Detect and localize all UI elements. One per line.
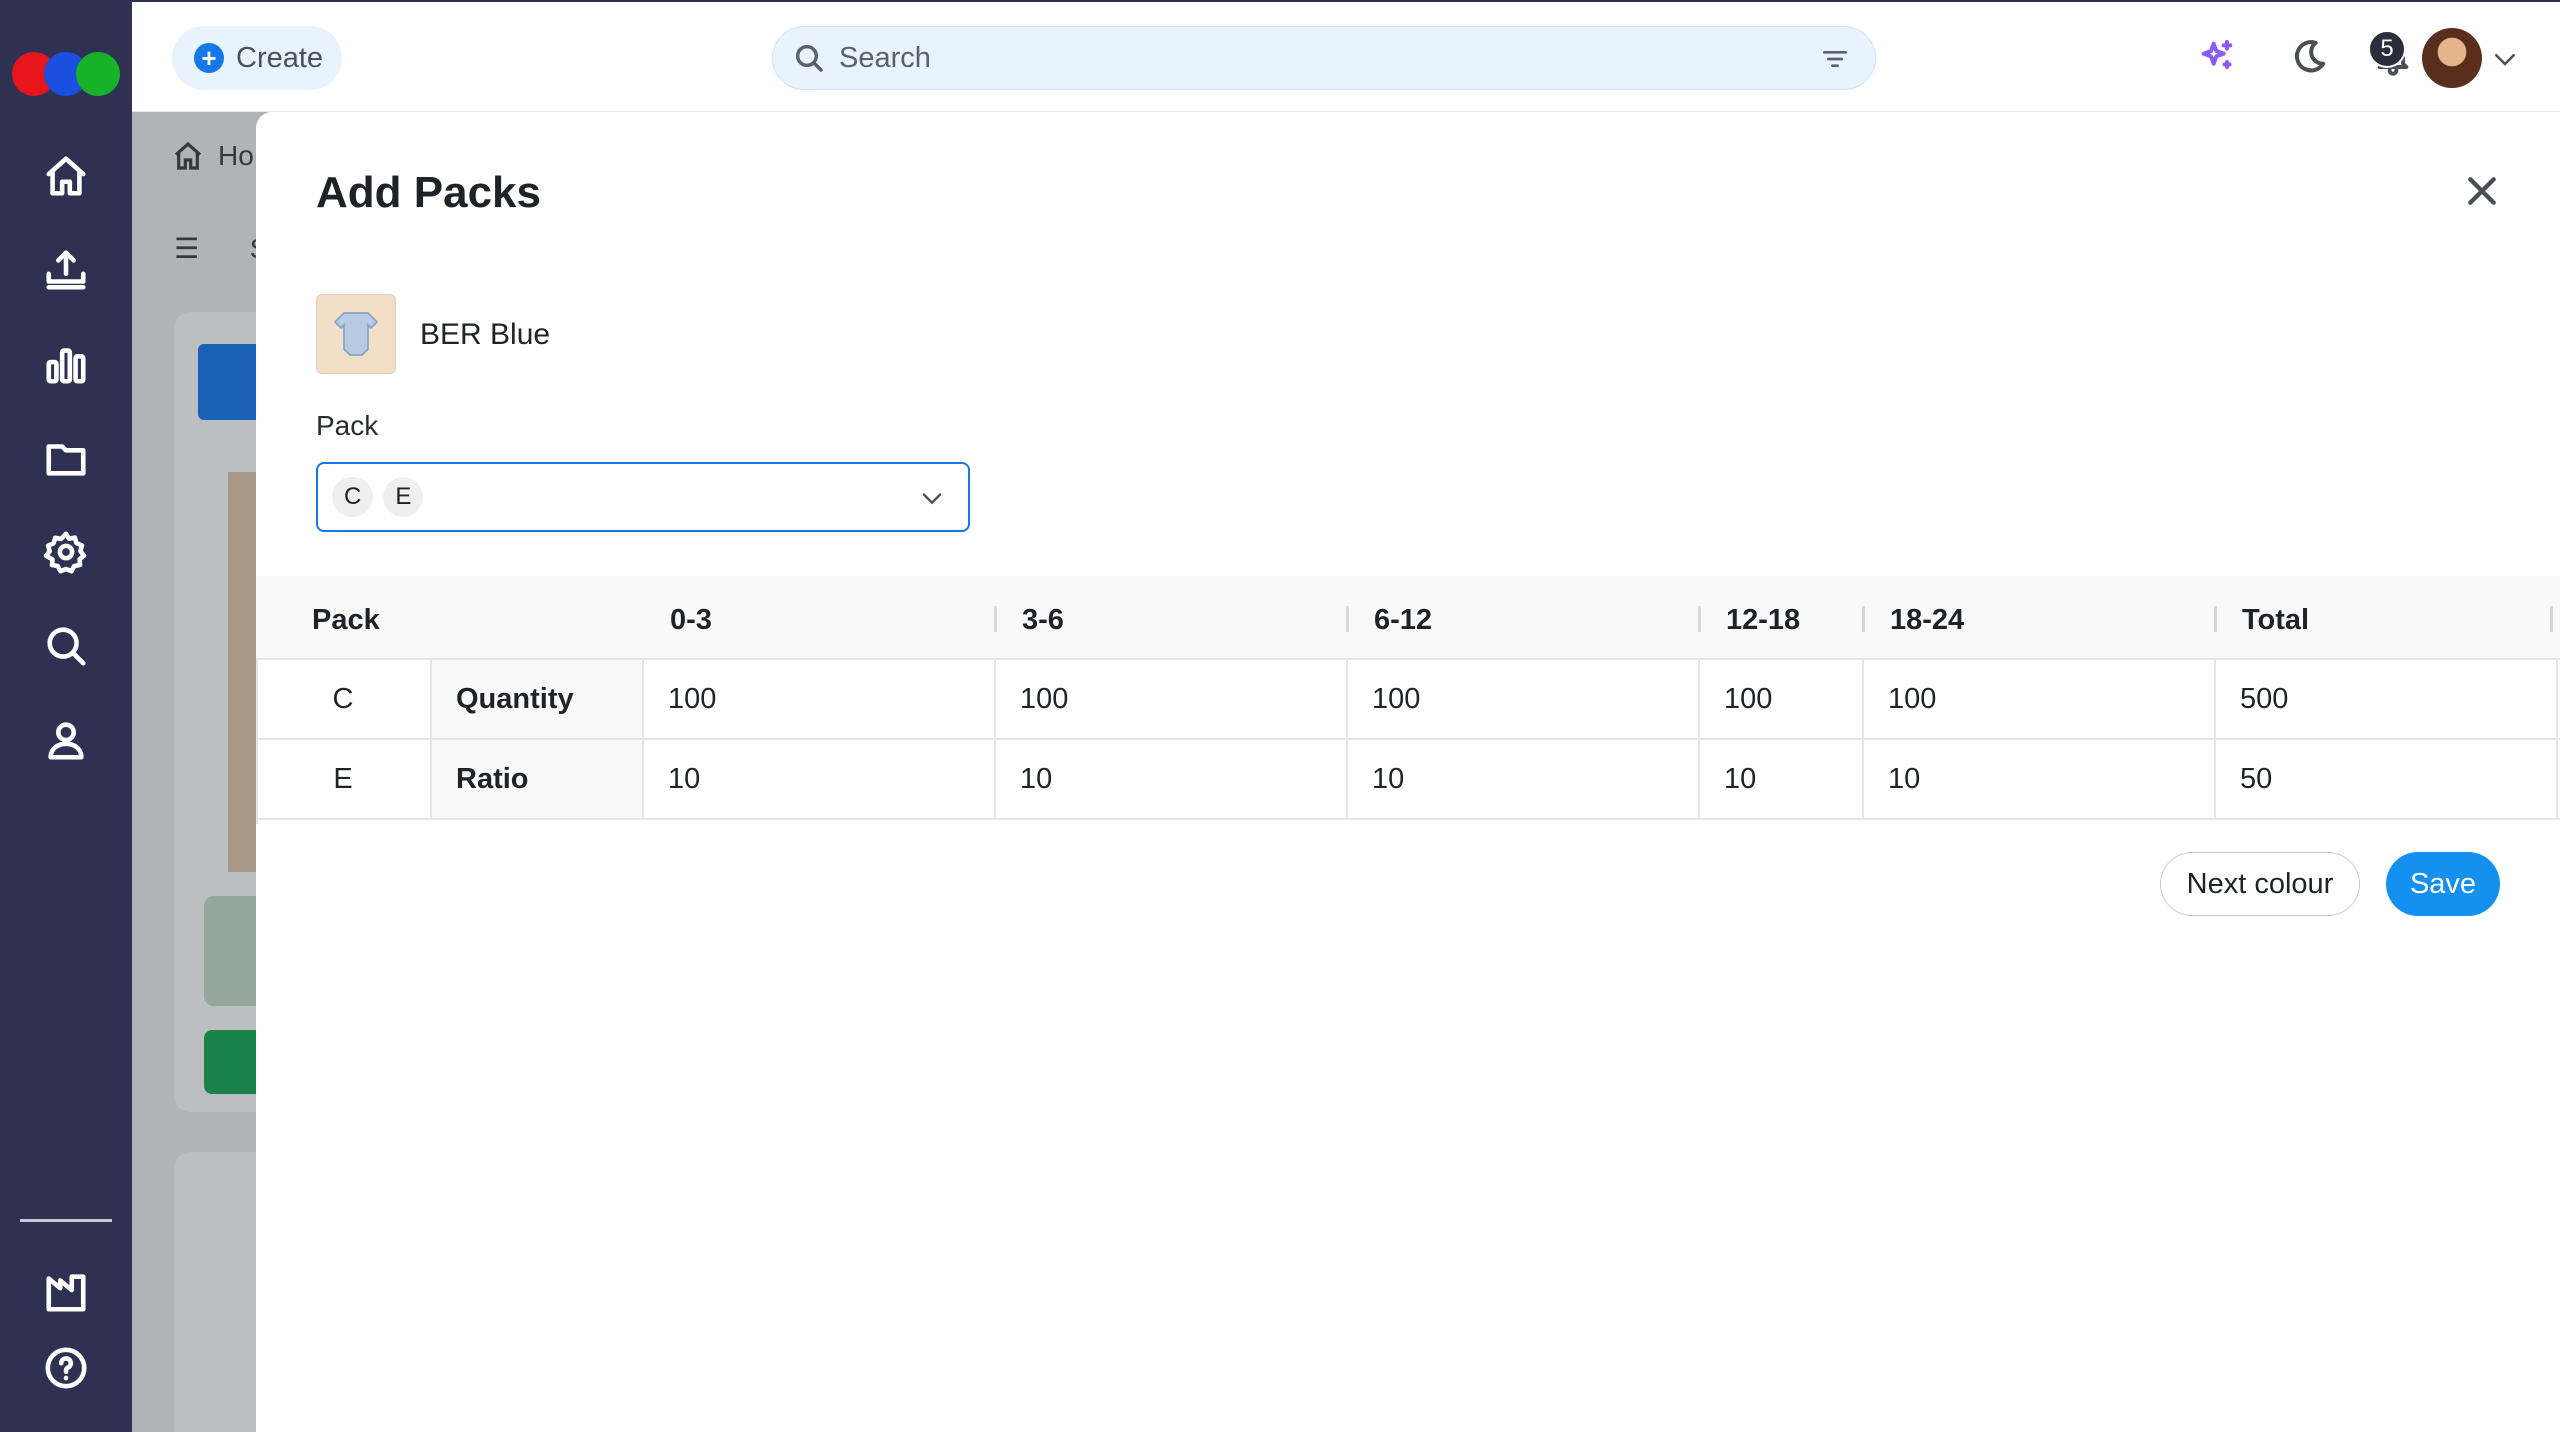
add-packs-modal: Add Packs BER Blue Pack C E Pack 0-3 3-6… [256,112,2560,1432]
product-thumbnail [316,294,396,374]
quantity-total-cell: 500 [2216,660,2558,738]
quantity-cell-3-6[interactable]: 100 [996,660,1348,738]
ai-assistant-button[interactable] [2192,32,2242,82]
sidebar-item-home[interactable] [40,150,92,202]
column-header-12-18: 12-18 [1726,604,1801,636]
ratio-cell-18-24[interactable]: 10 [1864,740,2216,818]
search-icon [47,627,86,666]
close-icon [2468,176,2496,205]
quantity-cell-6-12[interactable]: 100 [1348,660,1700,738]
dark-mode-toggle[interactable] [2284,32,2334,82]
ratio-cell-3-6[interactable]: 10 [996,740,1348,818]
folder-icon [46,444,86,476]
bodysuit-icon [333,312,379,356]
upload-icon [46,250,86,290]
sidebar-item-analytics[interactable] [40,338,92,390]
gear-icon [43,531,87,574]
ratio-cell-6-12[interactable]: 10 [1348,740,1700,818]
user-icon [48,722,84,760]
column-header-3-6: 3-6 [1022,604,1064,636]
pack-chip-c[interactable]: C [332,477,374,517]
ratio-total-cell: 50 [2216,740,2558,818]
row-type-cell: Quantity [432,660,644,738]
create-button-label: Create [236,41,324,74]
product-name: BER Blue [420,318,551,351]
bar-chart-icon [46,348,86,384]
column-resizer[interactable] [2550,606,2553,632]
ratio-cell-0-3[interactable]: 10 [644,740,996,818]
column-resizer[interactable] [1698,606,1701,632]
search-icon [795,44,823,72]
column-header-18-24: 18-24 [1890,604,1965,636]
sidebar [0,0,132,1432]
column-resizer[interactable] [2214,606,2217,632]
avatar[interactable] [2422,28,2482,88]
sparkle-icon [2201,40,2233,69]
save-button[interactable]: Save [2386,852,2500,916]
notification-count-badge: 5 [2368,30,2406,68]
table-row: C Quantity 100 100 100 100 100 500 [256,660,2560,740]
row-pack-cell: E [256,740,432,818]
sidebar-item-help[interactable] [40,1342,92,1394]
column-header-0-3: 0-3 [670,604,712,636]
table-header: Pack 0-3 3-6 6-12 12-18 18-24 Total [256,576,2560,660]
quantity-cell-12-18[interactable]: 100 [1700,660,1864,738]
column-resizer[interactable] [1346,606,1349,632]
row-type-cell: Ratio [432,740,644,818]
help-icon [45,1347,87,1389]
moon-icon [2294,40,2326,73]
close-button[interactable] [2456,166,2508,218]
pack-select[interactable]: C E [316,462,970,532]
pack-field-label: Pack [316,410,379,441]
top-bar: + Create 5 [132,0,2560,112]
home-icon [46,156,86,196]
create-button[interactable]: + Create [172,26,342,90]
sidebar-item-folders[interactable] [40,432,92,484]
column-header-6-12: 6-12 [1374,604,1433,636]
next-colour-button[interactable]: Next colour [2160,852,2360,916]
sidebar-divider [20,1219,112,1222]
sidebar-item-upload[interactable] [40,244,92,296]
factory-icon [46,1274,86,1312]
sidebar-item-profile[interactable] [40,714,92,766]
quantity-cell-18-24[interactable]: 100 [1864,660,2216,738]
global-search [772,26,1876,90]
sidebar-item-search[interactable] [40,620,92,672]
modal-title: Add Packs [316,168,541,217]
ratio-cell-12-18[interactable]: 10 [1700,740,1864,818]
plus-icon: + [194,43,224,73]
filter-icon[interactable] [1819,43,1851,75]
chevron-down-icon[interactable] [918,484,946,512]
search-input[interactable] [839,41,1739,75]
column-resizer[interactable] [994,606,997,632]
chevron-down-icon[interactable] [2490,44,2520,74]
sidebar-item-settings[interactable] [40,526,92,578]
quantity-cell-0-3[interactable]: 100 [644,660,996,738]
brand-logo[interactable] [12,52,120,96]
column-resizer[interactable] [1862,606,1865,632]
row-pack-cell: C [256,660,432,738]
sidebar-item-factory[interactable] [40,1266,92,1318]
table-row: E Ratio 10 10 10 10 10 50 [256,740,2560,820]
column-header-total: Total [2242,604,2310,636]
column-header-pack: Pack [312,604,380,636]
pack-chip-e[interactable]: E [383,477,424,517]
